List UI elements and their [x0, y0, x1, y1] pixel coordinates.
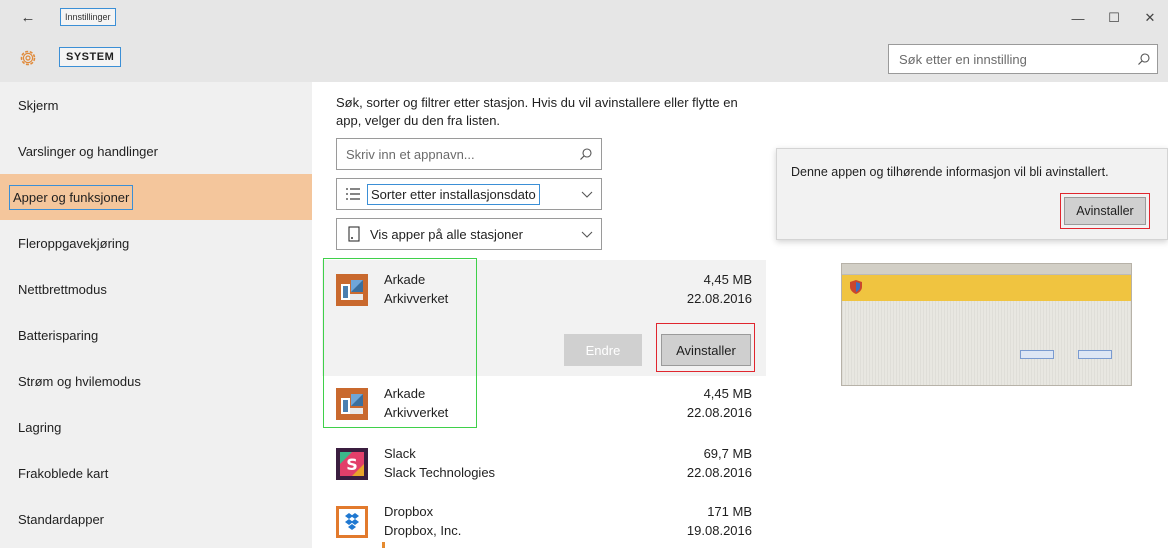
- photo-titlebar: [842, 264, 1131, 275]
- app-name-input[interactable]: [337, 139, 569, 169]
- app-size: 4,45 MB: [703, 386, 752, 401]
- app-date: 22.08.2016: [686, 465, 752, 480]
- modify-button[interactable]: Endre: [564, 334, 642, 366]
- highlight-uninstall: [656, 323, 755, 372]
- app-size: 69,7 MB: [703, 446, 752, 461]
- photo-no-button: [1078, 350, 1112, 359]
- app-list-item[interactable]: S Slack Slack Technologies 69,7 MB 22.08…: [336, 444, 756, 500]
- sidebar-item-varslinger[interactable]: Varslinger og handlinger: [0, 128, 312, 174]
- page-title: SYSTEM: [59, 47, 122, 67]
- sidebar-item-skjerm[interactable]: Skjerm: [0, 82, 312, 128]
- close-button[interactable]: ✕: [1132, 0, 1168, 36]
- sort-dropdown[interactable]: Sorter etter installasjonsdato: [336, 178, 602, 210]
- title-bar: ← Innstillinger — ☐ ✕: [0, 0, 1168, 36]
- sidebar: Skjerm Varslinger og handlinger Apper og…: [0, 82, 312, 548]
- search-icon: [580, 148, 592, 160]
- app-name: Dropbox: [384, 504, 434, 519]
- photo-texture: [842, 301, 1131, 385]
- slack-app-icon: S: [336, 448, 368, 480]
- settings-search[interactable]: [888, 44, 1158, 74]
- drive-dropdown-label: Vis apper på alle stasjoner: [370, 226, 523, 242]
- drive-icon: [348, 226, 360, 242]
- app-date: 22.08.2016: [686, 291, 752, 306]
- svg-text:S: S: [346, 455, 358, 474]
- shield-icon: [850, 280, 862, 294]
- app-name: Slack: [384, 446, 416, 461]
- app-date: 22.08.2016: [686, 405, 752, 420]
- flyout-message: Denne appen og tilhørende informasjon vi…: [791, 165, 1109, 179]
- sidebar-item-fleroppgave[interactable]: Fleroppgavekjøring: [0, 220, 312, 266]
- sidebar-item-kart[interactable]: Frakoblede kart: [0, 450, 312, 496]
- app-size: 171 MB: [707, 504, 752, 519]
- sidebar-item-batteri[interactable]: Batterisparing: [0, 312, 312, 358]
- gear-icon: [20, 50, 36, 66]
- photo-warning-banner: [842, 275, 1131, 301]
- app-date: 19.08.2016: [686, 523, 752, 538]
- sidebar-item-lagring[interactable]: Lagring: [0, 404, 312, 450]
- sidebar-item-nettbrett[interactable]: Nettbrettmodus: [0, 266, 312, 312]
- app-size: 4,45 MB: [703, 272, 752, 287]
- chevron-down-icon: [581, 191, 593, 198]
- app-publisher: Slack Technologies: [384, 465, 496, 480]
- app-list-item[interactable]: Dropbox Dropbox, Inc. 171 MB 19.08.2016: [336, 502, 756, 548]
- scroll-indicator: [382, 542, 385, 548]
- sort-list-icon: [346, 188, 360, 200]
- highlight-confirm: [1060, 193, 1150, 229]
- uac-dialog-screenshot: [841, 263, 1132, 386]
- photo-yes-button: [1020, 350, 1054, 359]
- back-arrow-icon[interactable]: ←: [18, 9, 38, 26]
- sidebar-item-standardapper[interactable]: Standardapper: [0, 496, 312, 542]
- drive-dropdown[interactable]: Vis apper på alle stasjoner: [336, 218, 602, 250]
- maximize-button[interactable]: ☐: [1096, 0, 1132, 36]
- highlight-arkade: [323, 258, 477, 428]
- settings-search-input[interactable]: [889, 45, 1129, 73]
- dropbox-app-icon: [336, 506, 368, 538]
- minimize-button[interactable]: —: [1060, 0, 1096, 36]
- sort-dropdown-label: Sorter etter installasjonsdato: [367, 183, 540, 205]
- window-title: Innstillinger: [60, 8, 116, 26]
- sidebar-item-apper[interactable]: Apper og funksjoner: [0, 174, 312, 220]
- uninstall-flyout: Denne appen og tilhørende informasjon vi…: [776, 148, 1168, 240]
- sidebar-item-strom[interactable]: Strøm og hvilemodus: [0, 358, 312, 404]
- settings-header: SYSTEM: [0, 36, 1168, 82]
- chevron-down-icon: [581, 231, 593, 238]
- search-icon[interactable]: [1137, 52, 1151, 66]
- app-publisher: Dropbox, Inc.: [384, 523, 462, 538]
- window-controls: — ☐ ✕: [1060, 0, 1168, 36]
- app-filter[interactable]: [336, 138, 602, 170]
- description-text: Søk, sorter og filtrer etter stasjon. Hv…: [336, 95, 738, 128]
